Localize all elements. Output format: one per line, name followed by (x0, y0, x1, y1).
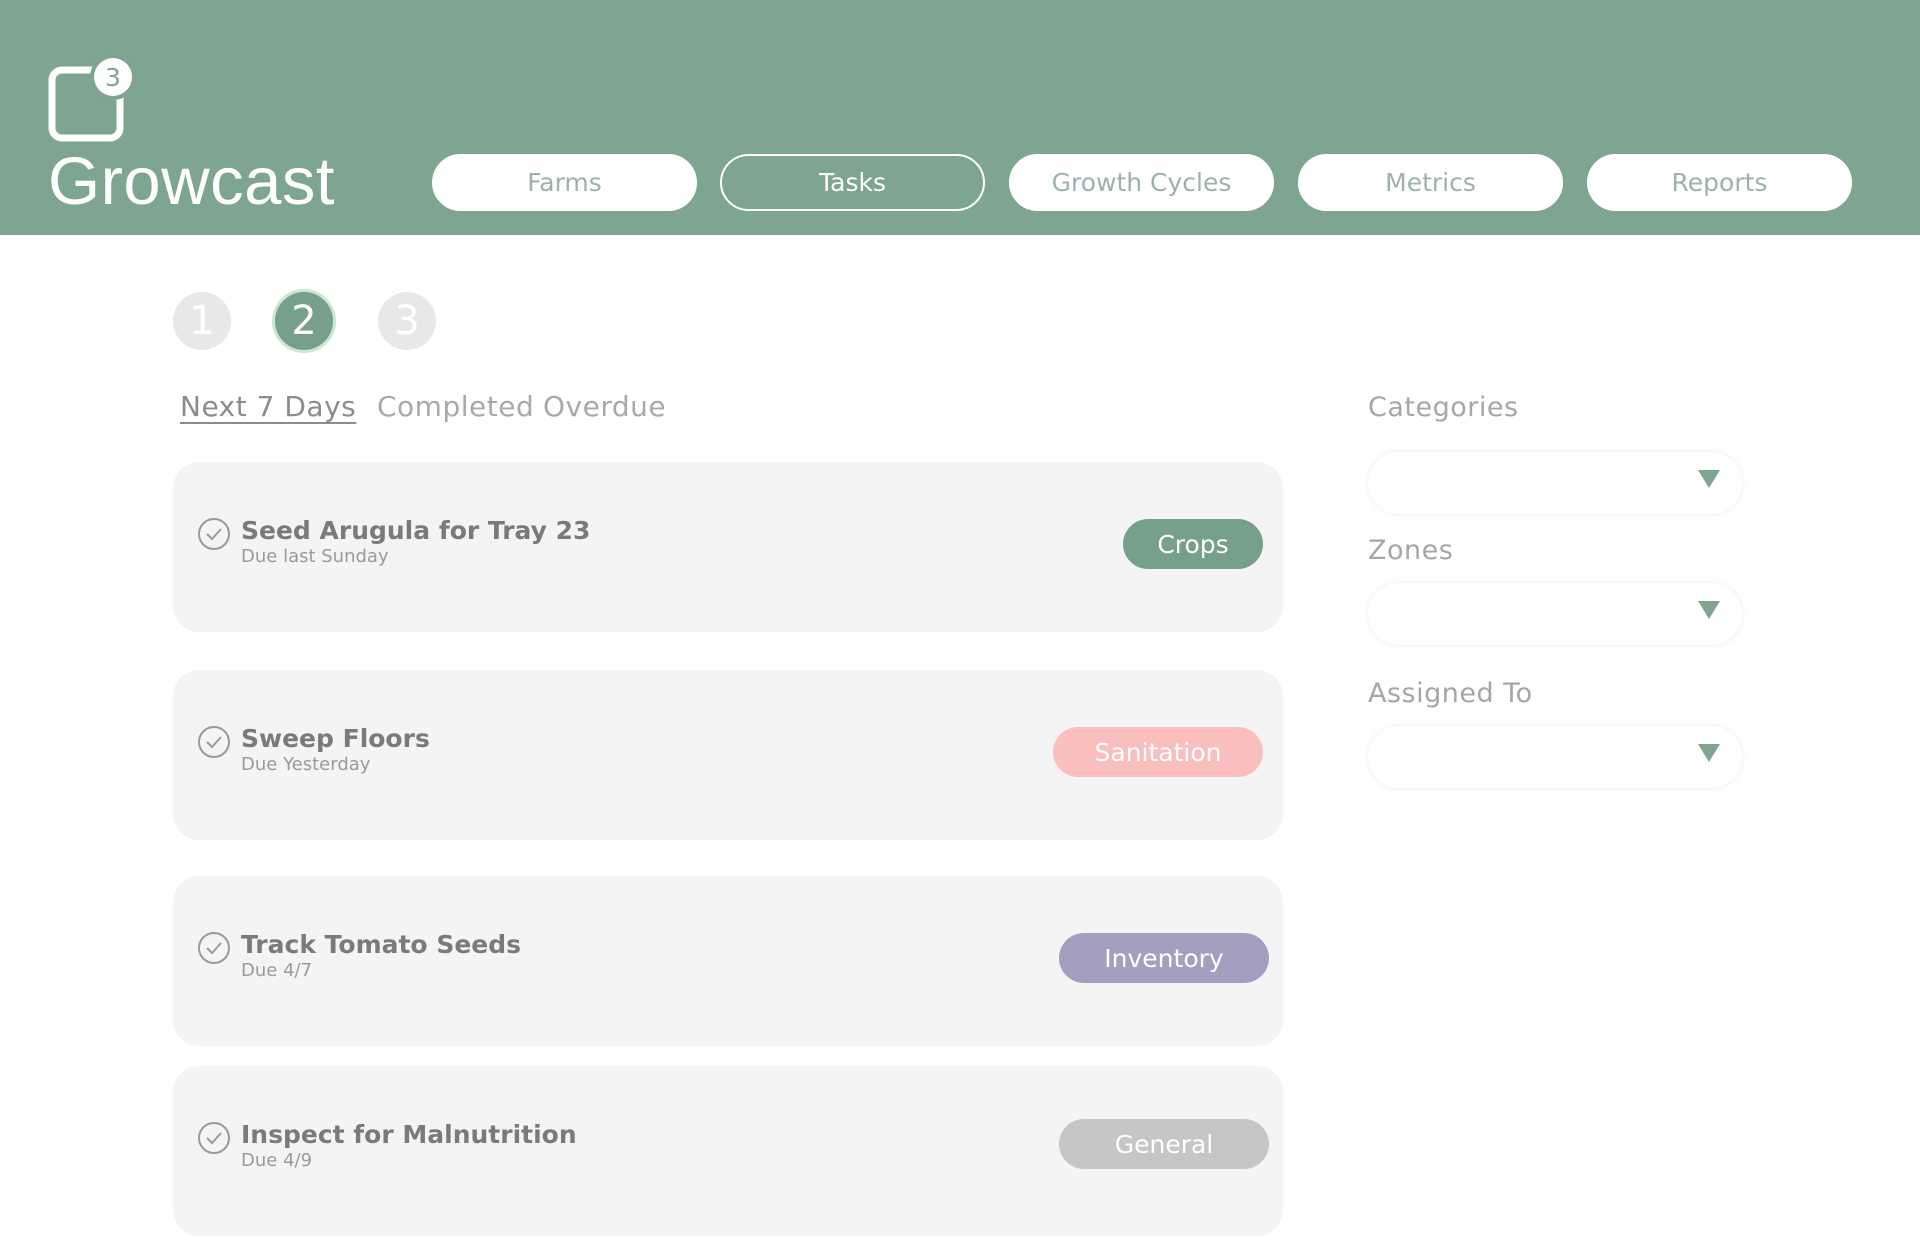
check-circle-icon[interactable] (197, 931, 231, 965)
check-circle-icon[interactable] (197, 725, 231, 759)
tab-completed[interactable]: Completed (377, 390, 534, 423)
categories-label: Categories (1368, 392, 1519, 423)
task-title: Sweep Floors (241, 724, 430, 753)
zones-select[interactable] (1368, 583, 1742, 645)
chevron-down-icon (1698, 744, 1720, 762)
tab-overdue[interactable]: Overdue (543, 390, 666, 423)
task-title: Seed Arugula for Tray 23 (241, 516, 591, 545)
task-due: Due last Sunday (241, 546, 389, 567)
category-badge: Crops (1123, 519, 1263, 569)
app-header: 3 Growcast Farms Tasks Growth Cycles Met… (0, 0, 1920, 235)
notification-count: 3 (105, 63, 121, 92)
notification-box-icon[interactable]: 3 (48, 52, 140, 144)
assigned-to-select[interactable] (1368, 726, 1742, 788)
task-title: Inspect for Malnutrition (241, 1120, 577, 1149)
check-circle-icon[interactable] (197, 1121, 231, 1155)
assigned-to-label: Assigned To (1368, 678, 1533, 709)
nav-tasks-button[interactable]: Tasks (720, 154, 985, 211)
nav-reports-button[interactable]: Reports (1587, 154, 1852, 211)
task-card[interactable]: Seed Arugula for Tray 23 Due last Sunday… (173, 462, 1283, 632)
check-circle-icon[interactable] (197, 517, 231, 551)
nav-metrics-button[interactable]: Metrics (1298, 154, 1563, 211)
task-due: Due Yesterday (241, 754, 371, 775)
category-badge: Sanitation (1053, 727, 1263, 777)
task-due: Due 4/7 (241, 960, 313, 981)
zones-label: Zones (1368, 535, 1454, 566)
chevron-down-icon (1698, 601, 1720, 619)
step-1[interactable]: 1 (173, 292, 231, 350)
task-card[interactable]: Inspect for Malnutrition Due 4/9 General (173, 1066, 1283, 1236)
task-card[interactable]: Sweep Floors Due Yesterday Sanitation (173, 670, 1283, 840)
categories-select[interactable] (1368, 452, 1742, 514)
task-title: Track Tomato Seeds (241, 930, 522, 959)
app-title: Growcast (48, 144, 335, 219)
task-due: Due 4/9 (241, 1150, 313, 1171)
task-card[interactable]: Track Tomato Seeds Due 4/7 Inventory (173, 876, 1283, 1046)
nav-farms-button[interactable]: Farms (432, 154, 697, 211)
nav-growth-cycles-button[interactable]: Growth Cycles (1009, 154, 1274, 211)
step-3[interactable]: 3 (378, 292, 436, 350)
category-badge: General (1059, 1119, 1269, 1169)
step-2[interactable]: 2 (275, 292, 333, 350)
tab-next-7-days[interactable]: Next 7 Days (180, 390, 356, 423)
chevron-down-icon (1698, 470, 1720, 488)
category-badge: Inventory (1059, 933, 1269, 983)
